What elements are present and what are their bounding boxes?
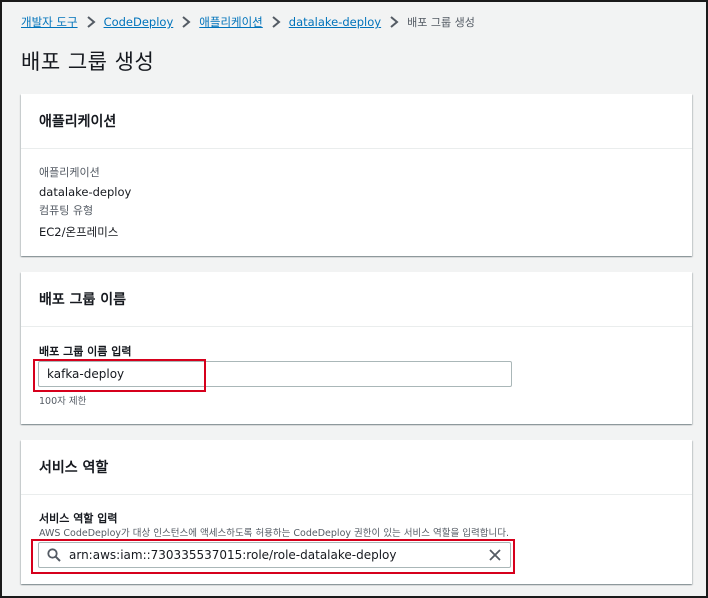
breadcrumb-current: 배포 그룹 생성 bbox=[407, 16, 475, 29]
service-role-card-header: 서비스 역할 bbox=[21, 440, 692, 495]
breadcrumb-codedeploy[interactable]: CodeDeploy bbox=[104, 15, 174, 29]
chevron-right-icon bbox=[181, 16, 191, 28]
application-label: 애플리케이션 bbox=[39, 166, 100, 179]
compute-type-label: 컴퓨팅 유형 bbox=[39, 204, 94, 217]
search-icon bbox=[47, 548, 61, 562]
deployment-group-card-header: 배포 그룹 이름 bbox=[21, 272, 692, 327]
close-icon[interactable] bbox=[488, 548, 502, 562]
deployment-group-name-constraint: 100자 제한 bbox=[39, 396, 87, 407]
breadcrumb-applications[interactable]: 애플리케이션 bbox=[199, 14, 262, 30]
service-role-description: AWS CodeDeploy가 대상 인스턴스에 액세스하도록 허용하는 Cod… bbox=[39, 528, 509, 539]
application-card-header: 애플리케이션 bbox=[21, 94, 692, 149]
breadcrumb-datalake-deploy[interactable]: datalake-deploy bbox=[289, 15, 381, 29]
breadcrumb-developer-tools[interactable]: 개발자 도구 bbox=[21, 14, 78, 30]
service-role-card: 서비스 역할 서비스 역할 입력 AWS CodeDeploy가 대상 인스턴스… bbox=[21, 440, 692, 584]
deployment-group-card: 배포 그룹 이름 배포 그룹 이름 입력 kafka-deploy 100자 제… bbox=[21, 272, 692, 424]
service-role-label: 서비스 역할 입력 bbox=[39, 512, 118, 525]
application-card: 애플리케이션 애플리케이션 datalake-deploy 컴퓨팅 유형 EC2… bbox=[21, 94, 692, 256]
deployment-group-name-label: 배포 그룹 이름 입력 bbox=[39, 345, 132, 358]
application-value: datalake-deploy bbox=[39, 185, 132, 199]
chevron-right-icon bbox=[86, 16, 96, 28]
breadcrumb: 개발자 도구 CodeDeploy 애플리케이션 datalake-deploy… bbox=[21, 13, 475, 31]
chevron-right-icon bbox=[389, 16, 399, 28]
service-role-input-value: arn:aws:iam::730335537015:role/role-data… bbox=[69, 548, 397, 562]
chevron-right-icon bbox=[271, 16, 281, 28]
page-title: 배포 그룹 생성 bbox=[21, 50, 155, 74]
service-role-input[interactable]: arn:aws:iam::730335537015:role/role-data… bbox=[38, 542, 511, 568]
deployment-group-name-input[interactable]: kafka-deploy bbox=[38, 361, 512, 387]
compute-type-value: EC2/온프레미스 bbox=[39, 225, 119, 239]
page-frame: 개발자 도구 CodeDeploy 애플리케이션 datalake-deploy… bbox=[0, 0, 708, 598]
